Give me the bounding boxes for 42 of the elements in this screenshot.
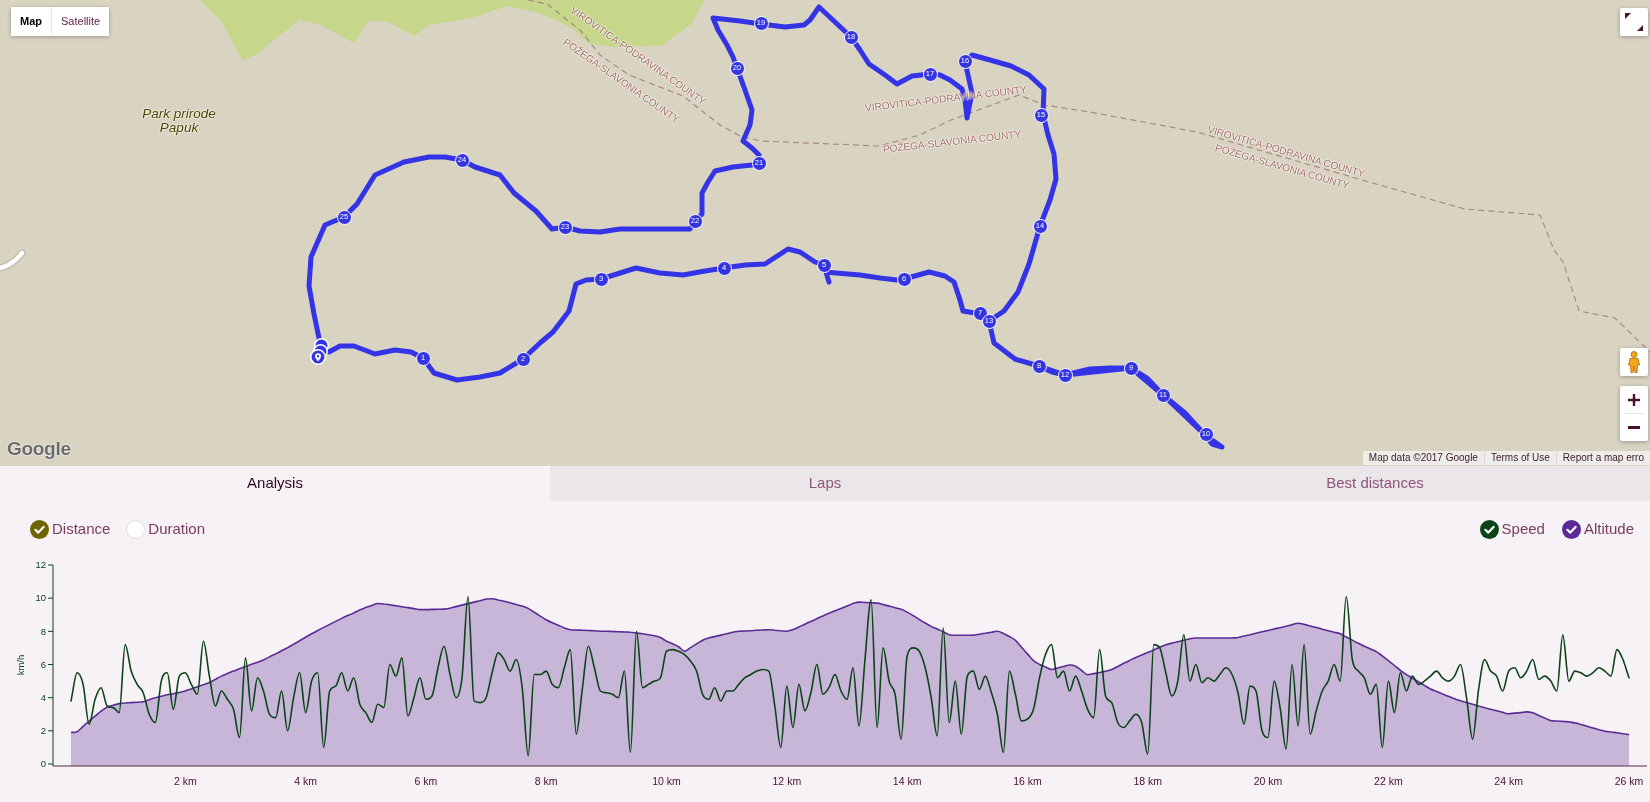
x-tick-label: 12 km <box>772 775 802 787</box>
plus-icon <box>1628 393 1640 406</box>
attribution-link[interactable]: Report a map erro <box>1555 451 1650 465</box>
y-tick-label: 4 <box>40 691 46 703</box>
series-checkbox[interactable]: Speed <box>1479 517 1545 541</box>
attribution-text: Map data ©2017 Google <box>1367 451 1479 465</box>
x-tick-label: 8 km <box>534 775 558 787</box>
y-tick-label: 8 <box>40 625 46 637</box>
minus-icon <box>1628 426 1640 429</box>
fullscreen-icon <box>1625 13 1643 31</box>
x-tick-label: 14 km <box>892 775 922 787</box>
series-checkbox[interactable]: Altitude <box>1561 517 1634 541</box>
x-tick-label: 4 km <box>294 775 317 787</box>
x-tick-label: 18 km <box>1133 775 1163 787</box>
tab[interactable]: Laps <box>550 466 1100 501</box>
fullscreen-button[interactable] <box>1620 8 1648 36</box>
tab[interactable]: Best distances <box>1100 466 1650 501</box>
x-tick-label: 22 km <box>1374 775 1403 787</box>
x-tick-label: 2 km <box>173 775 197 787</box>
x-tick-label: 20 km <box>1253 775 1283 787</box>
attribution-link[interactable]: Terms of Use <box>1483 451 1556 465</box>
x-tick-label: 16 km <box>1013 775 1042 787</box>
x-tick-label: 6 km <box>414 775 438 787</box>
location-pin-icon <box>310 349 326 365</box>
x-axis-radio[interactable]: Duration <box>126 517 206 541</box>
park-name-label: Park prirode Papuk <box>141 107 217 135</box>
x-axis-radio[interactable]: Distance <box>30 517 111 541</box>
x-tick-label: 26 km <box>1614 775 1644 787</box>
y-tick-label: 12 <box>35 559 46 571</box>
y-tick-label: 6 <box>40 658 46 670</box>
y-axis-title: km/h <box>15 654 26 676</box>
y-tick-label: 10 <box>35 592 46 604</box>
x-tick-label: 24 km <box>1494 775 1523 787</box>
y-tick-label: 2 <box>40 725 46 737</box>
map-type-button[interactable]: Map <box>11 7 51 36</box>
x-tick-label: 10 km <box>652 775 681 787</box>
map-logo: Google <box>7 438 71 460</box>
person-icon <box>1628 351 1640 373</box>
road-line <box>0 249 26 272</box>
street-view-button[interactable] <box>1620 348 1648 376</box>
map-type-button[interactable]: Satellite <box>51 7 110 36</box>
y-tick-label: 0 <box>40 758 46 770</box>
